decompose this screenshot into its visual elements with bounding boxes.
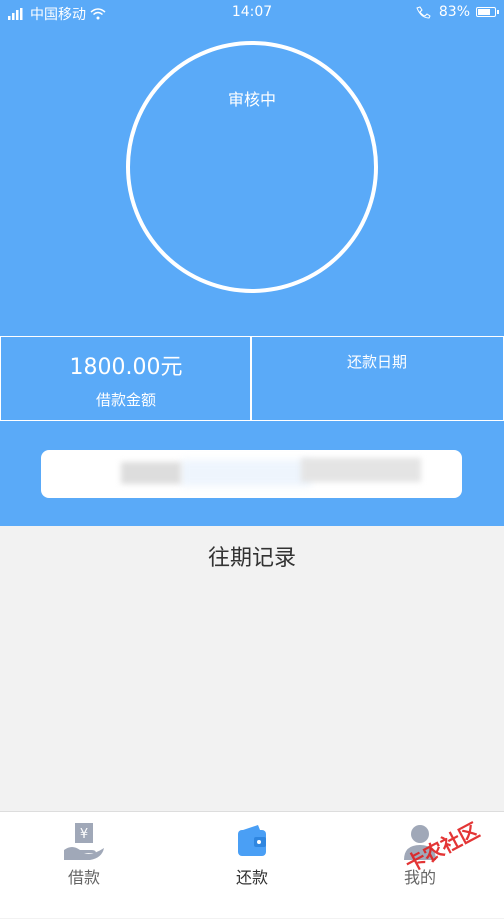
status-circle — [126, 41, 378, 293]
battery-percent: 83% — [438, 4, 470, 20]
history-title: 往期记录 — [207, 546, 296, 571]
redacted-area — [301, 458, 421, 482]
loan-info-row: 1800.00元 借款金额 还款日期 — [0, 336, 504, 421]
hd-call-icon — [416, 6, 431, 19]
redacted-area — [121, 462, 181, 484]
redacted-action-bar[interactable] — [41, 450, 462, 498]
app-screen: 中国移动 14:07 83% 审核中 1800.00元 借款金额 还款日期 往期… — [0, 0, 504, 918]
repay-date-cell: 还款日期 — [250, 336, 504, 421]
battery-fill — [478, 9, 491, 15]
tab-repay-label: 还款 — [235, 868, 268, 887]
wallet-icon — [238, 825, 266, 856]
repay-date-label: 还款日期 — [346, 353, 407, 371]
loan-amount-cell: 1800.00元 借款金额 — [0, 336, 252, 421]
status-right: 83% — [415, 4, 499, 20]
tab-repay[interactable]: 还款 — [168, 812, 336, 919]
review-status-text: 审核中 — [227, 90, 276, 109]
loan-amount-label: 借款金额 — [95, 391, 156, 409]
battery-icon — [476, 7, 499, 17]
loan-icon: ¥ — [64, 823, 104, 860]
loan-amount-value: 1800.00元 — [69, 355, 183, 380]
status-bar: 中国移动 14:07 83% — [0, 0, 504, 26]
redacted-area — [181, 460, 311, 486]
svg-text:¥: ¥ — [80, 827, 88, 842]
tab-loan-label: 借款 — [67, 868, 100, 887]
tab-loan[interactable]: ¥ 借款 — [0, 812, 168, 919]
